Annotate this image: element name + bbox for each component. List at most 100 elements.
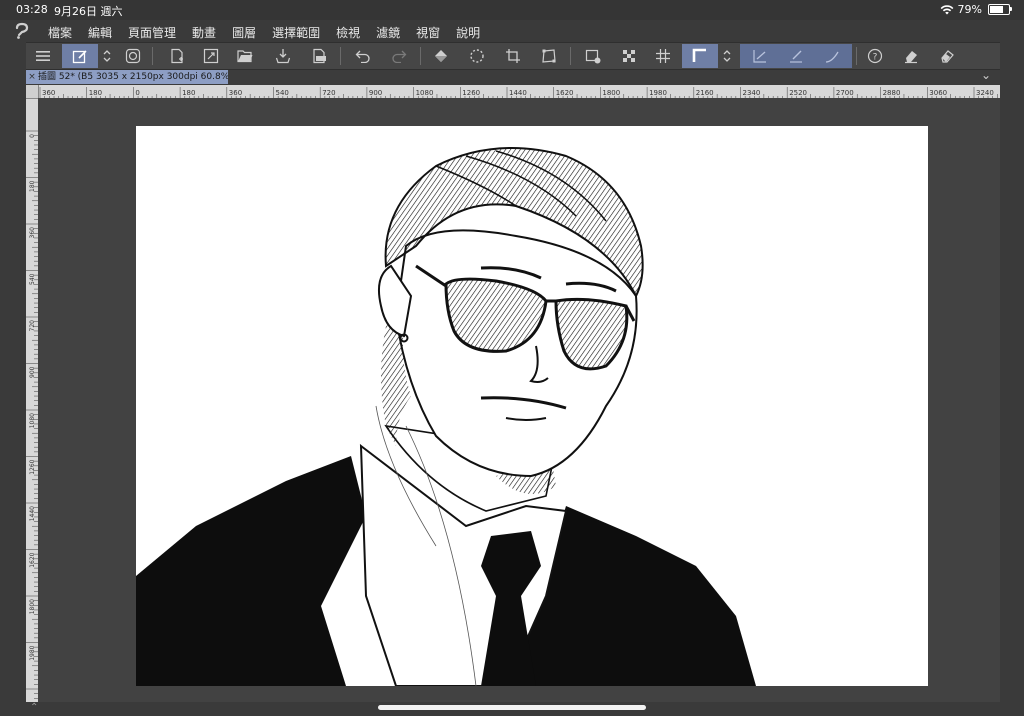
battery-icon — [988, 4, 1012, 15]
ruler-label: 360 — [229, 89, 242, 97]
ruler-label: 180 — [89, 89, 102, 97]
ruler-label: 720 — [322, 89, 335, 97]
pen-stroke-2-icon[interactable] — [781, 44, 811, 68]
menu-item[interactable]: 說明 — [456, 24, 480, 41]
menu-item[interactable]: 編輯 — [88, 24, 112, 41]
ruler-label: 720 — [29, 320, 36, 332]
edit-layer-icon[interactable] — [62, 44, 98, 68]
open-folder-icon[interactable] — [230, 44, 260, 68]
wifi-icon — [940, 4, 953, 14]
up-down-icon[interactable] — [98, 44, 116, 68]
add-frame-icon[interactable] — [578, 44, 608, 68]
ruler-label: 540 — [29, 273, 36, 285]
ruler-label: 360 — [42, 89, 55, 97]
home-indicator[interactable] — [378, 705, 646, 710]
ruler-label: 2520 — [789, 89, 807, 97]
chevron-down-icon[interactable]: ⌄ — [981, 68, 991, 82]
crop-icon[interactable] — [498, 44, 528, 68]
ruler-label: 540 — [276, 89, 289, 97]
menu-item[interactable]: 選擇範圍 — [272, 24, 320, 41]
menu-bar: 檔案 編輯 頁面管理 動畫 圖層 選擇範圍 檢視 濾鏡 視窗 說明 — [0, 20, 1024, 42]
ruler-label: 0 — [135, 89, 139, 97]
ruler-label: 1980 — [29, 645, 36, 660]
status-bar: 03:28 9月26日 週六 79% — [0, 0, 1024, 20]
menu-item[interactable]: 檢視 — [336, 24, 360, 41]
ruler-label: 3060 — [929, 89, 947, 97]
horizontal-ruler[interactable]: 360 180 0 180 360 540 720 900 1080 1260 1440 1620 18… — [26, 85, 1000, 98]
ruler-label: 180 — [29, 180, 36, 192]
ruler-label: 2160 — [696, 89, 714, 97]
new-page-icon[interactable] — [162, 44, 192, 68]
separator — [570, 47, 571, 65]
ruler-label: 1260 — [29, 459, 36, 474]
menu-item[interactable]: 頁面管理 — [128, 24, 176, 41]
ruler-label: 360 — [29, 227, 36, 239]
close-icon[interactable]: × — [26, 70, 38, 84]
ruler-label: 1080 — [416, 89, 434, 97]
status-date: 9月26日 週六 — [54, 5, 123, 18]
import-icon[interactable] — [268, 44, 298, 68]
ruler-label: 2880 — [883, 89, 901, 97]
resize-icon[interactable] — [196, 44, 226, 68]
grid-icon[interactable] — [648, 44, 678, 68]
horizontal-ruler-scale: 360 180 0 180 360 540 720 900 1080 1260 1440 1620 18… — [39, 87, 998, 98]
ruler-label: 1440 — [29, 506, 36, 521]
ruler-label: 1080 — [29, 413, 36, 428]
help-icon[interactable]: ? — [860, 44, 890, 68]
ruler-label: 1980 — [649, 89, 667, 97]
left-panel-strip — [0, 42, 26, 702]
ruler-label: 3240 — [976, 89, 994, 97]
svg-text:?: ? — [873, 53, 878, 63]
document-tab[interactable]: × 插圖 52* (B5 3035 x 2150px 300dpi 60.8%) — [26, 70, 228, 84]
ruler-label: 1620 — [29, 552, 36, 567]
separator — [856, 47, 857, 65]
separator — [152, 47, 153, 65]
eraser-2-icon[interactable] — [932, 44, 962, 68]
ruler-label: 1800 — [602, 89, 620, 97]
menu-item[interactable]: 濾鏡 — [376, 24, 400, 41]
document-tab-title: 插圖 52* (B5 3035 x 2150px 300dpi 60.8%) — [38, 72, 228, 82]
menu-icon[interactable] — [28, 44, 58, 68]
up-down-icon[interactable] — [718, 44, 736, 68]
menu-item[interactable]: 圖層 — [232, 24, 256, 41]
menu-list: 檔案 編輯 頁面管理 動畫 圖層 選擇範圍 檢視 濾鏡 視窗 說明 — [48, 24, 496, 41]
menu-item[interactable]: 視窗 — [416, 24, 440, 41]
spiral-icon[interactable] — [118, 44, 148, 68]
ruler-label: 900 — [369, 89, 382, 97]
redo-icon[interactable] — [384, 44, 414, 68]
pen-stroke-icon[interactable] — [745, 44, 775, 68]
canvas-area[interactable] — [38, 98, 1000, 702]
menu-item[interactable]: 動畫 — [192, 24, 216, 41]
lasso-icon[interactable] — [462, 44, 492, 68]
separator — [340, 47, 341, 65]
ruler-label: 2700 — [836, 89, 854, 97]
ruler-corner — [26, 85, 39, 99]
eraser-icon[interactable] — [896, 44, 926, 68]
sketch-illustration — [136, 147, 756, 686]
ruler-label: 1800 — [29, 599, 36, 614]
ruler-label: 900 — [29, 366, 36, 378]
status-right: 79% — [940, 3, 1012, 16]
menu-item[interactable]: 檔案 — [48, 24, 72, 41]
undo-icon[interactable] — [348, 44, 378, 68]
pen-stroke-3-icon[interactable] — [817, 44, 847, 68]
expand-up-icon[interactable]: ⌃ — [30, 702, 38, 713]
corner-ruler-icon[interactable] — [682, 44, 718, 68]
separator — [420, 47, 421, 65]
vertical-ruler[interactable]: 0 180 360 540 720 900 1080 1260 1440 1620 1800 1980 — [26, 98, 38, 702]
status-time: 03:28 — [16, 3, 48, 16]
vertical-ruler-scale: 0 180 360 540 720 900 1080 1260 1440 1620 1800 1980 — [26, 130, 38, 699]
fill-icon[interactable] — [426, 44, 456, 68]
right-panel-strip — [1000, 42, 1024, 702]
export-png-icon[interactable] — [304, 44, 334, 68]
checker-icon[interactable] — [614, 44, 644, 68]
command-bar: » » — [0, 42, 1024, 70]
artwork-canvas[interactable] — [136, 126, 928, 686]
ruler-label: 0 — [29, 134, 36, 138]
battery-text: 79% — [957, 3, 982, 16]
ruler-label: 1260 — [462, 89, 480, 97]
ruler-label: 2340 — [743, 89, 761, 97]
clip-studio-logo-icon[interactable] — [13, 22, 31, 40]
transform-icon[interactable] — [534, 44, 564, 68]
ruler-label: 1440 — [509, 89, 527, 97]
